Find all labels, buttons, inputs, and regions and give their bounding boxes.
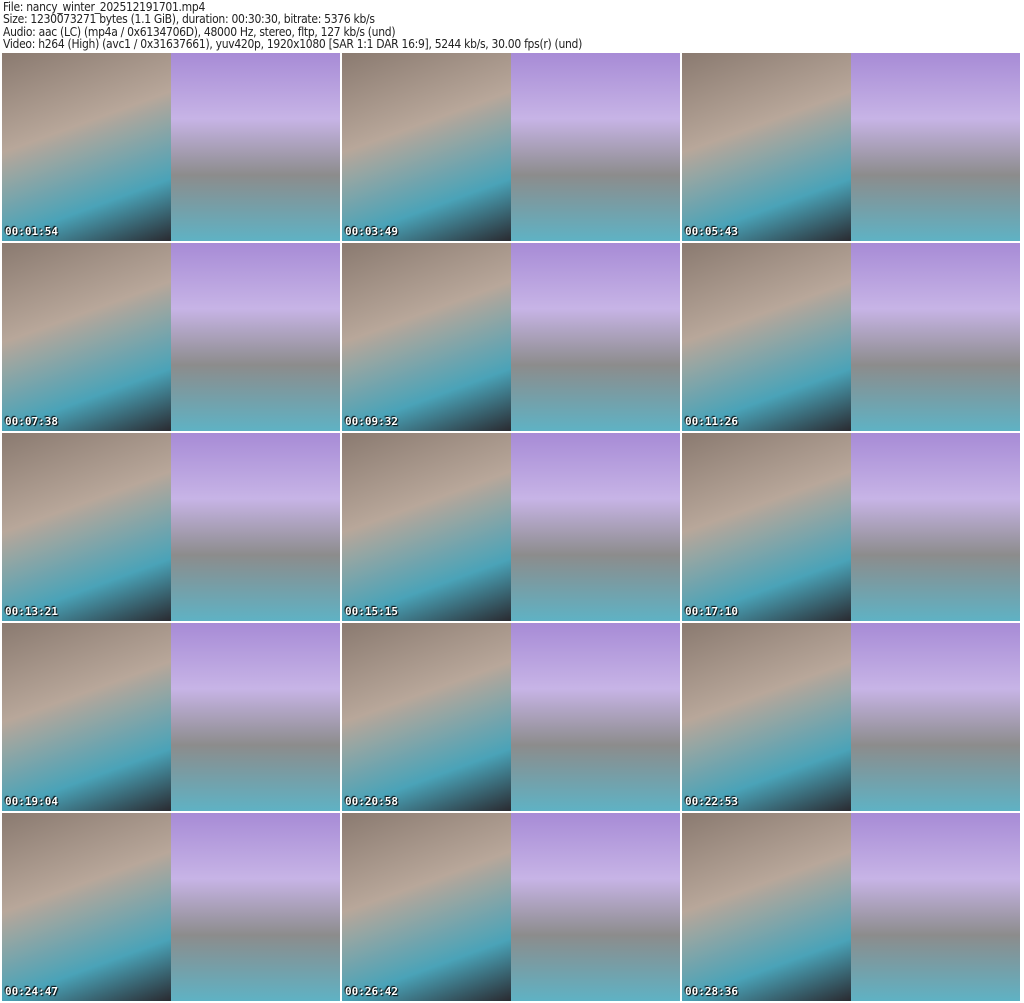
thumbnail-timestamp: 00:07:38	[5, 415, 58, 428]
thumbnail-timestamp: 00:20:58	[345, 795, 398, 808]
thumbnail-timestamp: 00:28:36	[685, 985, 738, 998]
video-thumbnail: 00:20:58	[342, 623, 680, 811]
thumbnail-timestamp: 00:11:26	[685, 415, 738, 428]
thumbnail-right-pane	[851, 53, 1020, 241]
thumbnail-right-pane	[511, 623, 680, 811]
video-thumbnail: 00:15:15	[342, 433, 680, 621]
thumbnail-left-pane	[342, 623, 511, 811]
thumbnail-left-pane	[342, 243, 511, 431]
thumbnail-right-pane	[511, 433, 680, 621]
thumbnail-left-pane	[2, 53, 171, 241]
thumbnail-timestamp: 00:09:32	[345, 415, 398, 428]
thumbnail-timestamp: 00:03:49	[345, 225, 398, 238]
thumbnail-left-pane	[2, 813, 171, 1001]
video-thumbnail: 00:07:38	[2, 243, 340, 431]
video-info: Video: h264 (High) (avc1 / 0x31637661), …	[3, 37, 582, 52]
video-thumbnail: 00:22:53	[682, 623, 1020, 811]
thumbnail-right-pane	[851, 623, 1020, 811]
thumbnail-left-pane	[2, 433, 171, 621]
thumbnail-left-pane	[682, 433, 851, 621]
thumbnail-left-pane	[342, 53, 511, 241]
thumbnail-right-pane	[171, 813, 340, 1001]
thumbnail-timestamp: 00:01:54	[5, 225, 58, 238]
video-thumbnail: 00:05:43	[682, 53, 1020, 241]
thumbnail-left-pane	[342, 813, 511, 1001]
video-thumbnail: 00:17:10	[682, 433, 1020, 621]
video-thumbnail: 00:09:32	[342, 243, 680, 431]
thumbnail-timestamp: 00:19:04	[5, 795, 58, 808]
video-thumbnail: 00:03:49	[342, 53, 680, 241]
thumbnail-right-pane	[511, 243, 680, 431]
video-thumbnail: 00:11:26	[682, 243, 1020, 431]
video-thumbnail: 00:28:36	[682, 813, 1020, 1001]
thumbnail-left-pane	[682, 813, 851, 1001]
thumbnail-timestamp: 00:26:42	[345, 985, 398, 998]
thumbnail-left-pane	[682, 243, 851, 431]
thumbnail-timestamp: 00:13:21	[5, 605, 58, 618]
video-thumbnail: 00:24:47	[2, 813, 340, 1001]
thumbnail-left-pane	[342, 433, 511, 621]
thumbnail-right-pane	[171, 53, 340, 241]
thumbnail-timestamp: 00:05:43	[685, 225, 738, 238]
thumbnail-right-pane	[171, 243, 340, 431]
thumbnail-right-pane	[511, 813, 680, 1001]
thumbnail-right-pane	[851, 813, 1020, 1001]
thumbnail-right-pane	[171, 433, 340, 621]
video-thumbnail: 00:19:04	[2, 623, 340, 811]
thumbnail-timestamp: 00:24:47	[5, 985, 58, 998]
thumbnail-right-pane	[171, 623, 340, 811]
file-size-info: Size: 1230073271 bytes (1.1 GiB), durati…	[3, 12, 375, 27]
video-thumbnail: 00:01:54	[2, 53, 340, 241]
thumbnail-left-pane	[682, 623, 851, 811]
thumbnail-right-pane	[851, 433, 1020, 621]
thumbnail-timestamp: 00:17:10	[685, 605, 738, 618]
thumbnail-timestamp: 00:15:15	[345, 605, 398, 618]
thumbnail-left-pane	[2, 243, 171, 431]
file-info-header: File: nancy_winter_202512191701.mp4 Size…	[3, 1, 582, 51]
thumbnail-left-pane	[682, 53, 851, 241]
video-thumbnail: 00:13:21	[2, 433, 340, 621]
video-thumbnail: 00:26:42	[342, 813, 680, 1001]
thumbnail-left-pane	[2, 623, 171, 811]
thumbnail-timestamp: 00:22:53	[685, 795, 738, 808]
thumbnail-right-pane	[851, 243, 1020, 431]
thumbnail-grid: 00:01:54 00:03:49 00:05:43 00:07:38 00:09:32…	[2, 53, 1022, 1001]
thumbnail-right-pane	[511, 53, 680, 241]
